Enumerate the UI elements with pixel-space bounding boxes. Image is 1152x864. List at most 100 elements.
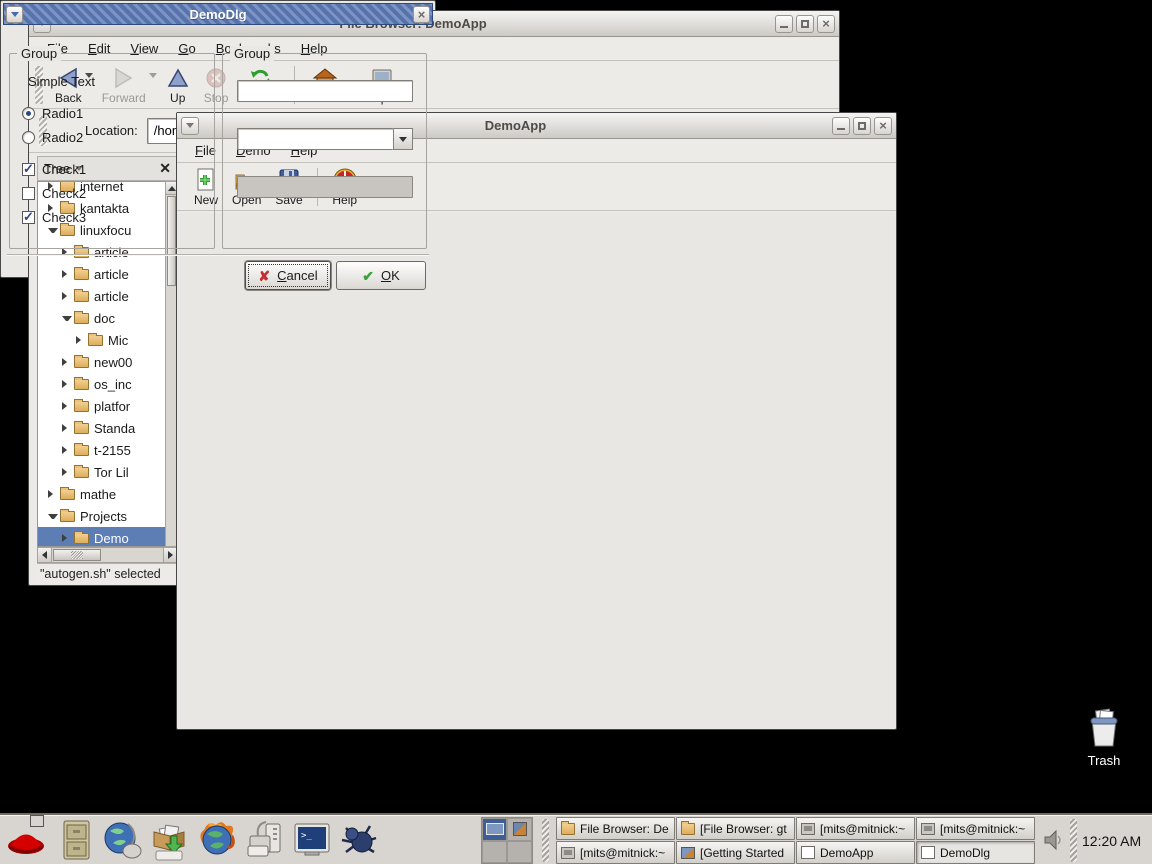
- expander-icon[interactable]: [48, 490, 58, 498]
- scroll-thumb[interactable]: [53, 549, 101, 561]
- text-input[interactable]: [237, 80, 413, 102]
- radio-unselected-icon[interactable]: [22, 131, 35, 144]
- tree-item[interactable]: Tor Lil: [38, 461, 165, 483]
- expander-icon[interactable]: [76, 336, 86, 344]
- tree-item[interactable]: t-2155: [38, 439, 165, 461]
- workspace-3[interactable]: [482, 841, 507, 864]
- tree-item[interactable]: new00: [38, 351, 165, 373]
- close-icon: ×: [822, 17, 830, 30]
- left-group-box: Group Simple Text Radio1 Radio2 Check1 C…: [9, 53, 215, 249]
- bug-reporter-launcher[interactable]: [336, 818, 380, 862]
- expander-icon[interactable]: [62, 316, 72, 321]
- expander-icon[interactable]: [62, 424, 72, 432]
- tree-item[interactable]: Projects: [38, 505, 165, 527]
- expander-icon[interactable]: [48, 514, 58, 519]
- task-terminal[interactable]: [mits@mitnick:~: [556, 841, 675, 864]
- task-demoapp[interactable]: DemoApp: [796, 841, 915, 864]
- task-demodlg[interactable]: DemoDlg: [916, 841, 1035, 864]
- terminal-icon: [921, 823, 935, 835]
- terminal-launcher[interactable]: >_: [290, 818, 334, 862]
- expander-icon[interactable]: [62, 468, 72, 476]
- expander-icon[interactable]: [62, 292, 72, 300]
- tree-item[interactable]: Mic: [38, 329, 165, 351]
- demodlg-titlebar[interactable]: DemoDlg ×: [3, 3, 433, 25]
- scroll-left-button[interactable]: [38, 548, 52, 562]
- clock: 12:20 AM: [1082, 816, 1150, 864]
- web-browser-launcher[interactable]: [100, 818, 144, 862]
- close-button[interactable]: ×: [413, 6, 430, 23]
- ok-button[interactable]: ✔ OK: [336, 261, 426, 290]
- folder-icon: [74, 467, 89, 478]
- checkbox-checked-icon[interactable]: [22, 163, 35, 176]
- expander-icon[interactable]: [62, 534, 72, 542]
- window-thumbnail: [513, 822, 527, 836]
- folder-icon: [74, 423, 89, 434]
- task-terminal-3[interactable]: [mits@mitnick:~: [916, 817, 1035, 840]
- combo-dropdown-button[interactable]: [393, 128, 413, 150]
- thumb-grip-icon: [71, 551, 83, 559]
- tasklist-grip[interactable]: [542, 819, 549, 862]
- tree-item[interactable]: doc: [38, 307, 165, 329]
- task-terminal-2[interactable]: [mits@mitnick:~: [796, 817, 915, 840]
- printer-launcher[interactable]: [242, 818, 286, 862]
- tree-item[interactable]: platfor: [38, 395, 165, 417]
- dialog-title: DemoDlg: [25, 7, 411, 22]
- check3-option[interactable]: Check3: [22, 210, 86, 225]
- tree-item[interactable]: Standa: [38, 417, 165, 439]
- tree-horizontal-scrollbar[interactable]: [37, 547, 178, 563]
- expander-icon[interactable]: [62, 402, 72, 410]
- radio-selected-icon[interactable]: [22, 107, 35, 120]
- package-manager-launcher[interactable]: [146, 818, 190, 862]
- chevron-down-icon: [11, 12, 19, 17]
- close-button[interactable]: ×: [817, 15, 835, 33]
- maximize-button[interactable]: [796, 15, 814, 33]
- document-icon: [801, 846, 815, 859]
- file-manager-launcher[interactable]: [54, 818, 98, 862]
- task-file-browser-2[interactable]: [File Browser: gt: [676, 817, 795, 840]
- scroll-right-button[interactable]: [163, 548, 177, 562]
- expander-icon[interactable]: [62, 380, 72, 388]
- workspace-2[interactable]: [507, 818, 532, 841]
- combo-box[interactable]: [237, 128, 413, 150]
- speaker-icon: [1042, 829, 1064, 851]
- minimize-button[interactable]: [832, 117, 850, 135]
- check2-option[interactable]: Check2: [22, 186, 86, 201]
- maximize-button[interactable]: [853, 117, 871, 135]
- checkbox-unchecked-icon[interactable]: [22, 187, 35, 200]
- maximize-icon: [858, 122, 866, 130]
- tree-item[interactable]: mathe: [38, 483, 165, 505]
- clock-grip[interactable]: [1070, 819, 1077, 862]
- volume-control[interactable]: [1042, 829, 1064, 851]
- terminal-icon: >_: [291, 821, 333, 859]
- tree-item-selected[interactable]: Demo: [38, 527, 165, 547]
- red-hat-icon: [4, 820, 48, 860]
- close-button[interactable]: ×: [874, 117, 892, 135]
- cancel-button[interactable]: ✘ Cancel: [245, 261, 331, 290]
- mozilla-browser-launcher[interactable]: [194, 818, 238, 862]
- folder-icon: [88, 335, 103, 346]
- task-getting-started[interactable]: [Getting Started: [676, 841, 795, 864]
- check1-option[interactable]: Check1: [22, 162, 86, 177]
- tree-item[interactable]: article: [38, 285, 165, 307]
- expander-icon[interactable]: [62, 358, 72, 366]
- combo-input[interactable]: [237, 128, 393, 150]
- window-menu-button[interactable]: [6, 6, 23, 23]
- trash-label: Trash: [1074, 753, 1134, 768]
- expander-icon[interactable]: [62, 446, 72, 454]
- workspace-1-active[interactable]: [482, 818, 507, 841]
- terminal-icon: [801, 823, 815, 835]
- terminal-icon: [561, 847, 575, 859]
- workspace-4[interactable]: [507, 841, 532, 864]
- tree-item[interactable]: os_inc: [38, 373, 165, 395]
- task-file-browser[interactable]: File Browser: De: [556, 817, 675, 840]
- minimize-button[interactable]: [775, 15, 793, 33]
- window-list: File Browser: De [mits@mitnick:~ [File B…: [556, 817, 1035, 864]
- radio1-option[interactable]: Radio1: [22, 106, 83, 121]
- checkbox-checked-icon[interactable]: [22, 211, 35, 224]
- alert-icon[interactable]: [31, 816, 43, 826]
- folder-icon: [681, 823, 695, 835]
- svg-text:>_: >_: [301, 831, 312, 841]
- radio2-option[interactable]: Radio2: [22, 130, 83, 145]
- trash-desktop-icon[interactable]: Trash: [1074, 708, 1134, 768]
- ok-check-icon: ✔: [362, 269, 374, 283]
